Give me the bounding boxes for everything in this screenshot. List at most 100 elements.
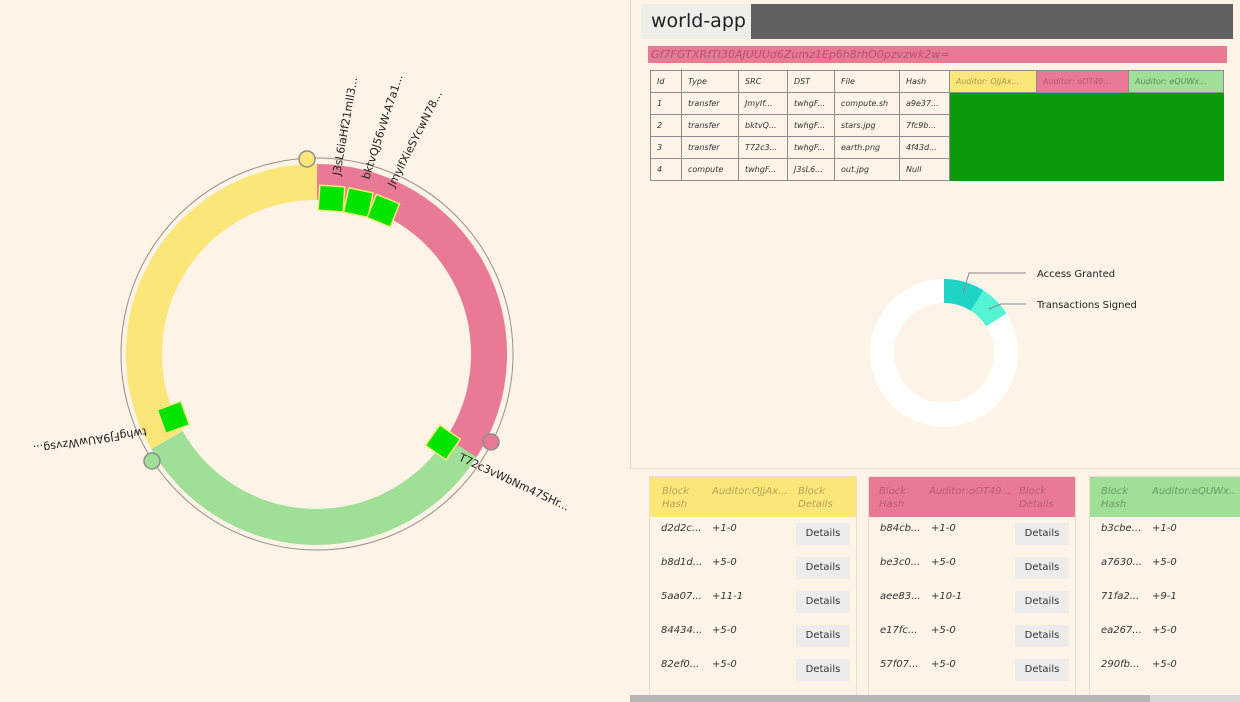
block-row: d2d2c... +1-0 Details — [650, 517, 856, 551]
card-header-details: Block Details — [798, 486, 833, 510]
blocks-panel: Block Hash Auditor:OJjAx... Block Detail… — [630, 469, 1240, 702]
block-row: b84cb... +1-0 Details — [869, 517, 1075, 551]
cell: T72c3... — [738, 136, 788, 159]
details-button[interactable]: Details — [796, 625, 850, 647]
signed-cell — [1036, 136, 1129, 159]
details-button[interactable]: Details — [796, 659, 850, 681]
cell: 1 — [650, 92, 682, 115]
block-delta: +1-0 — [712, 523, 737, 534]
block-delta: +5-0 — [1152, 659, 1177, 670]
table-header-row: Id Type SRC DST File Hash Auditor: OJjAx… — [650, 70, 1224, 93]
cell: Null — [899, 158, 950, 181]
table-row[interactable]: 1 transfer JmyIf... twhgF... compute.sh … — [650, 92, 1224, 115]
details-button[interactable]: Details — [796, 591, 850, 613]
block-row: 5aa07... +11-1 Details — [650, 585, 856, 619]
card-header: Block Hash Auditor:oOT49... Block Detail… — [869, 477, 1075, 517]
cell: out.jpg — [834, 158, 900, 181]
donut-label: Transactions Signed — [1036, 300, 1137, 311]
signed-cell — [1128, 136, 1224, 159]
block-hash: be3c0... — [880, 557, 921, 568]
node-green[interactable] — [143, 452, 161, 470]
details-button[interactable]: Details — [1015, 557, 1069, 579]
block-delta: +11-1 — [712, 591, 744, 602]
table-row[interactable]: 4 compute twhgF... J3sL6... out.jpg Null — [650, 158, 1224, 181]
block-row: b3cbe... +1-0 — [1090, 517, 1240, 551]
block-delta: +5-0 — [931, 625, 956, 636]
app-title: world-app — [641, 4, 751, 39]
node-yellow[interactable] — [298, 150, 316, 168]
node-pink[interactable] — [482, 433, 500, 451]
block-delta: +5-0 — [712, 625, 737, 636]
block-hash: 82ef0... — [661, 659, 700, 670]
ring-chart: J3sL6iaHf21mIl3... bktvQJ56vW-A7a1... Jm… — [32, 73, 571, 551]
cell: 3 — [650, 136, 682, 159]
cell: twhgF... — [787, 92, 835, 115]
block-hash: 57f07... — [880, 659, 919, 670]
details-button[interactable]: Details — [1015, 625, 1069, 647]
signed-cell — [949, 114, 1037, 137]
block-delta: +5-0 — [712, 659, 737, 670]
details-button[interactable]: Details — [796, 557, 850, 579]
column-header: File — [834, 70, 900, 93]
signed-cell — [1036, 158, 1129, 181]
cell: JmyIf... — [738, 92, 788, 115]
cell: transfer — [681, 114, 739, 137]
cell: twhgF... — [738, 158, 788, 181]
column-header: Auditor: oOT49... — [1036, 70, 1129, 93]
outer-ring — [120, 157, 514, 551]
card-header-auditor: Auditor:oOT49... — [929, 486, 1011, 497]
block-row: ea267... +5-0 — [1090, 619, 1240, 653]
node-label-green: twhgFJ9AUwWzvsg... — [32, 425, 147, 456]
segment-pink — [316, 164, 508, 458]
segment-yellow — [126, 163, 318, 449]
block-delta: +5-0 — [931, 659, 956, 670]
details-button[interactable]: Details — [796, 523, 850, 545]
card-header-auditor: Auditor:OJjAx... — [712, 486, 788, 497]
block-hash: 84434... — [661, 625, 703, 636]
tx-block[interactable] — [317, 184, 346, 213]
app-header: world-app — [641, 4, 1233, 39]
block-row: a7630... +5-0 — [1090, 551, 1240, 585]
signed-cell — [1128, 158, 1224, 181]
block-row: 84434... +5-0 Details — [650, 619, 856, 653]
block-row: aee83... +10-1 Details — [869, 585, 1075, 619]
details-button[interactable]: Details — [1015, 591, 1069, 613]
signed-cell — [949, 92, 1037, 115]
table-row[interactable]: 2 transfer bktvQ... twhgF... stars.jpg 7… — [650, 114, 1224, 137]
horizontal-scrollbar[interactable] — [630, 695, 1240, 702]
block-delta: +5-0 — [712, 557, 737, 568]
column-header: DST — [787, 70, 835, 93]
block-row: e17fc... +5-0 Details — [869, 619, 1075, 653]
cell: earth.png — [834, 136, 900, 159]
cell: stars.jpg — [834, 114, 900, 137]
card-header-details: Block Details — [1019, 486, 1054, 510]
cell: a9e37... — [899, 92, 950, 115]
block-hash: d2d2c... — [661, 523, 702, 534]
cell: twhgF... — [787, 114, 835, 137]
block-delta: +10-1 — [931, 591, 963, 602]
details-button[interactable]: Details — [1015, 659, 1069, 681]
signed-cell — [1128, 92, 1224, 115]
table-row[interactable]: 3 transfer T72c3... twhgF... earth.png 4… — [650, 136, 1224, 159]
block-row: b8d1d... +5-0 Details — [650, 551, 856, 585]
block-delta: +5-0 — [931, 557, 956, 568]
block-row: 290fb... +5-0 — [1090, 653, 1240, 687]
cell: transfer — [681, 92, 739, 115]
block-delta: +5-0 — [1152, 625, 1177, 636]
block-hash: 290fb... — [1101, 659, 1140, 670]
block-hash: b3cbe... — [1101, 523, 1142, 534]
block-delta: +1-0 — [931, 523, 956, 534]
signed-cell — [1128, 114, 1224, 137]
block-hash: ea267... — [1101, 625, 1142, 636]
segment-green — [151, 430, 477, 545]
node-label-pink: T72c3vWbNm47SHr... — [456, 451, 571, 514]
card-header-hash: Block Hash — [662, 486, 690, 510]
block-hash: b84cb... — [880, 523, 921, 534]
block-delta: +5-0 — [1152, 557, 1177, 568]
block-card: Block Hash Auditor:oOT49... Block Detail… — [868, 476, 1076, 698]
signed-cell — [949, 158, 1037, 181]
scrollbar-thumb[interactable] — [630, 695, 1150, 702]
signed-cell — [949, 136, 1037, 159]
block-delta: +1-0 — [1152, 523, 1177, 534]
details-button[interactable]: Details — [1015, 523, 1069, 545]
